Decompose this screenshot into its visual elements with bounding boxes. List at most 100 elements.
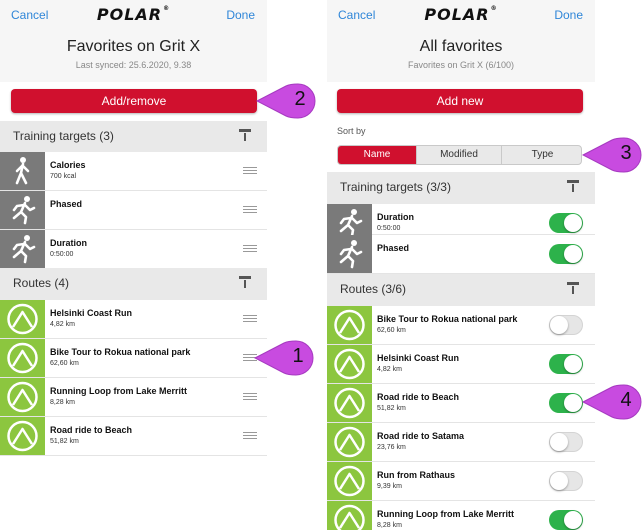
done-button[interactable]: Done [554,8,583,22]
sort-by-modified-tab[interactable]: Modified [417,146,502,164]
list-item[interactable]: Running Loop from Lake Merritt 8,28 km [327,501,595,530]
route-icon [327,384,372,422]
list-item[interactable]: Duration 0:50:00 [0,230,267,269]
drag-handle-icon[interactable] [243,206,257,214]
running-person-icon [0,230,45,268]
item-name: Phased [377,243,410,253]
sort-icon[interactable] [239,129,251,143]
training-targets-section-header: Training targets (3/3) [327,172,595,204]
route-icon [327,462,372,500]
item-detail: 62,60 km [50,360,79,367]
toggle-knob [550,472,568,490]
running-person-icon [327,235,372,273]
add-new-button[interactable]: Add new [337,89,583,113]
item-name: Running Loop from Lake Merritt [50,386,187,396]
section-title: Routes (3/6) [340,282,407,296]
section-title: Training targets (3) [13,129,114,143]
item-name: Duration [377,212,414,222]
section-title: Training targets (3/3) [340,180,451,194]
route-icon [0,339,45,377]
callout-3: 3 [582,137,644,173]
favorite-toggle[interactable] [549,354,583,374]
list-item[interactable]: Helsinki Coast Run 4,82 km [0,300,267,339]
drag-handle-icon[interactable] [243,167,257,175]
item-detail: 4,82 km [377,366,402,373]
item-name: Running Loop from Lake Merritt [377,509,514,519]
list-item[interactable]: Helsinki Coast Run 4,82 km [327,345,595,384]
toggle-knob [550,433,568,451]
favorite-toggle[interactable] [549,213,583,233]
section-title: Routes (4) [13,276,70,290]
item-detail: 23,76 km [377,444,406,451]
item-detail: 0:50:00 [50,251,74,258]
item-detail: 62,60 km [377,327,406,334]
route-icon [327,423,372,461]
routes-section-header: Routes (4) [0,268,267,300]
toggle-knob [564,511,582,529]
toggle-knob [564,394,582,412]
add-remove-button[interactable]: Add/remove [11,89,257,113]
sort-segmented-control: Name Modified Type [337,145,582,165]
favorite-toggle[interactable] [549,432,583,452]
sort-by-name-tab[interactable]: Name [338,146,417,164]
item-detail: 700 kcal [50,173,77,180]
callout-1: 1 [254,340,316,376]
item-name: Bike Tour to Rokua national park [377,314,518,324]
list-item[interactable]: Phased [327,235,595,274]
favorites-count-text: Favorites on Grit X (6/100) [407,60,515,70]
list-item[interactable]: Running Loop from Lake Merritt 8,28 km [0,378,267,417]
favorite-toggle[interactable] [549,471,583,491]
sort-icon[interactable] [567,282,579,296]
drag-handle-icon[interactable] [243,432,257,440]
item-detail: 9,39 km [377,483,402,490]
item-name: Helsinki Coast Run [377,353,460,363]
list-item[interactable]: Duration 0:50:00 [327,204,595,242]
page-header: Favorites on Grit X Last synced: 25.6.20… [0,30,267,82]
drag-handle-icon[interactable] [243,393,257,401]
route-icon [327,501,372,530]
sort-icon[interactable] [567,180,579,194]
nav-bar: Cancel POLAR® Done [0,0,267,30]
item-name: Calories [50,160,86,170]
favorites-on-device-screen: Cancel POLAR® Done Favorites on Grit X L… [0,0,267,458]
list-item[interactable]: Road ride to Beach 51,82 km [327,384,595,423]
favorite-toggle[interactable] [549,510,583,530]
item-name: Phased [50,199,83,209]
done-button[interactable]: Done [226,8,255,22]
toggle-knob [550,316,568,334]
item-name: Road ride to Beach [377,392,460,402]
drag-handle-icon[interactable] [243,245,257,253]
running-person-icon [0,191,45,229]
last-synced-text: Last synced: 25.6.2020, 9.38 [75,60,192,70]
page-title: Favorites on Grit X [66,38,201,55]
polar-logo: POLAR® [96,5,171,24]
list-item[interactable]: Road ride to Beach 51,82 km [0,417,267,456]
drag-handle-icon[interactable] [243,315,257,323]
cancel-button[interactable]: Cancel [338,8,375,22]
list-item[interactable]: Bike Tour to Rokua national park 62,60 km [0,339,267,378]
item-name: Road ride to Beach [50,425,133,435]
list-item[interactable]: Phased [0,191,267,230]
item-detail: 8,28 km [50,399,75,406]
callout-2: 2 [256,83,318,119]
sort-icon[interactable] [239,276,251,290]
page-title: All favorites [419,38,503,55]
list-item[interactable]: Run from Rathaus 9,39 km [327,462,595,501]
route-icon [327,306,372,344]
sort-by-label: Sort by [337,126,366,136]
item-detail: 0:50:00 [377,225,401,232]
route-icon [0,417,45,455]
routes-section-header: Routes (3/6) [327,274,595,306]
favorite-toggle[interactable] [549,244,583,264]
item-name: Run from Rathaus [377,470,456,480]
nav-bar: Cancel POLAR® Done [327,0,595,30]
favorite-toggle[interactable] [549,315,583,335]
cancel-button[interactable]: Cancel [11,8,48,22]
list-item[interactable]: Calories 700 kcal [0,152,267,191]
training-targets-section-header: Training targets (3) [0,121,267,152]
item-name: Duration [50,238,87,248]
list-item[interactable]: Bike Tour to Rokua national park 62,60 km [327,306,595,345]
favorite-toggle[interactable] [549,393,583,413]
sort-by-type-tab[interactable]: Type [502,146,581,164]
list-item[interactable]: Road ride to Satama 23,76 km [327,423,595,462]
